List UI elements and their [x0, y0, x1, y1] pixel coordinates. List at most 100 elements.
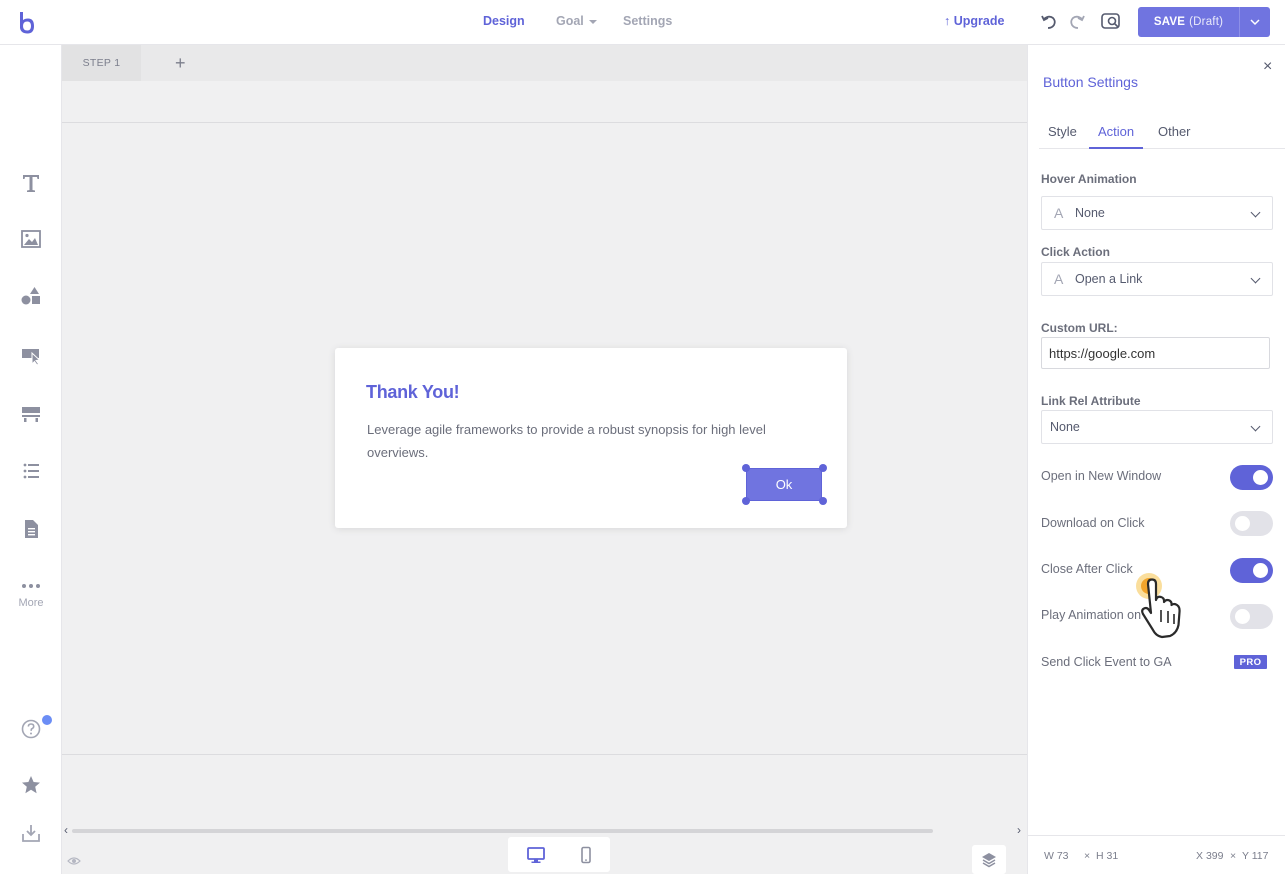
- send-ga-label: Send Click Event to GA: [1041, 655, 1172, 669]
- button-settings-panel: Button Settings × Style Action Other Hov…: [1027, 45, 1285, 874]
- save-button[interactable]: SAVE (Draft): [1138, 7, 1239, 37]
- element-toolbar: More: [0, 45, 62, 874]
- redo-icon[interactable]: [1066, 11, 1088, 33]
- layers-icon: [982, 853, 996, 868]
- open-new-window-label: Open in New Window: [1041, 469, 1162, 483]
- canvas-guide-bottom: [62, 754, 1027, 755]
- click-action-label: Click Action: [1041, 245, 1110, 259]
- scroll-right-arrow[interactable]: ›: [1017, 823, 1021, 837]
- image-tool-icon[interactable]: [20, 228, 42, 250]
- play-animation-toggle[interactable]: [1230, 604, 1273, 629]
- more-label[interactable]: More: [0, 597, 62, 609]
- close-icon[interactable]: ×: [1263, 58, 1272, 76]
- action-icon: A: [1054, 271, 1064, 287]
- arrow-up-icon: ↑: [944, 14, 951, 28]
- x-readout: X 399: [1196, 850, 1223, 862]
- custom-url-label: Custom URL:: [1041, 321, 1118, 335]
- horizontal-scrollbar[interactable]: [72, 829, 933, 833]
- custom-url-input[interactable]: [1041, 337, 1270, 369]
- chevron-down-icon: [1250, 207, 1261, 218]
- y-readout: Y 117: [1242, 850, 1269, 862]
- caret-down-icon: [589, 19, 598, 24]
- click-action-value: Open a Link: [1075, 272, 1143, 286]
- click-action-select[interactable]: A Open a Link: [1041, 262, 1273, 296]
- nav-design[interactable]: Design: [483, 14, 525, 28]
- link-rel-select[interactable]: None: [1041, 410, 1273, 444]
- hover-animation-label: Hover Animation: [1041, 172, 1137, 186]
- top-bar: Design Goal Settings ↑ Upgrade SAVE (Dra…: [0, 0, 1285, 45]
- tab-style[interactable]: Style: [1039, 116, 1086, 149]
- close-after-click-label: Close After Click: [1041, 562, 1133, 576]
- chevron-down-icon: [1250, 421, 1261, 432]
- step-tab[interactable]: STEP 1: [62, 45, 141, 81]
- position-separator: ×: [1230, 850, 1237, 862]
- toggle-knob: [1235, 609, 1250, 624]
- scroll-left-arrow[interactable]: ‹: [64, 823, 68, 837]
- button-tool-icon[interactable]: [20, 344, 42, 366]
- link-rel-value: None: [1050, 420, 1080, 434]
- eye-icon[interactable]: [67, 855, 81, 867]
- desktop-icon[interactable]: [527, 846, 545, 864]
- close-after-click-toggle[interactable]: [1230, 558, 1273, 583]
- tab-other[interactable]: Other: [1149, 116, 1200, 149]
- popup-title[interactable]: Thank You!: [366, 382, 460, 403]
- add-step-button[interactable]: +: [175, 53, 186, 74]
- device-toggle: [508, 837, 610, 872]
- download-icon[interactable]: [20, 822, 42, 844]
- tab-action[interactable]: Action: [1089, 116, 1144, 149]
- size-separator: ×: [1084, 850, 1091, 862]
- animation-icon: A: [1054, 205, 1064, 221]
- resize-handle-bottom-right[interactable]: [819, 497, 827, 505]
- canvas-guide-top: [62, 122, 1027, 123]
- popup-preview[interactable]: Thank You! Leverage agile frameworks to …: [335, 348, 847, 528]
- resize-handle-top-left[interactable]: [742, 464, 750, 472]
- popup-body-text[interactable]: Leverage agile frameworks to provide a r…: [367, 418, 807, 464]
- upgrade-link[interactable]: ↑ Upgrade: [944, 14, 1004, 28]
- dimension-readout: W 73 × H 31 X 399 × Y 117: [1028, 835, 1285, 874]
- notification-badge: [42, 715, 52, 725]
- preview-icon[interactable]: [1100, 11, 1122, 33]
- brand-logo[interactable]: [17, 11, 37, 35]
- toggle-knob: [1253, 470, 1268, 485]
- height-readout: H 31: [1096, 850, 1118, 862]
- more-icon[interactable]: [20, 575, 42, 597]
- text-tool-icon[interactable]: [20, 172, 42, 194]
- form-tool-icon[interactable]: [20, 403, 42, 425]
- upgrade-label: Upgrade: [953, 14, 1005, 28]
- document-tool-icon[interactable]: [20, 518, 42, 540]
- undo-icon[interactable]: [1038, 11, 1060, 33]
- help-icon[interactable]: [20, 718, 42, 740]
- resize-handle-top-right[interactable]: [819, 464, 827, 472]
- layers-button[interactable]: [972, 845, 1006, 874]
- download-on-click-label: Download on Click: [1041, 516, 1145, 530]
- hand-pointer-icon: [1136, 573, 1181, 639]
- panel-title: Button Settings: [1043, 74, 1138, 90]
- resize-handle-bottom-left[interactable]: [742, 497, 750, 505]
- open-new-window-toggle[interactable]: [1230, 465, 1273, 490]
- hover-animation-select[interactable]: A None: [1041, 196, 1273, 230]
- nav-settings[interactable]: Settings: [623, 14, 672, 28]
- hover-animation-value: None: [1075, 206, 1105, 220]
- height-value: 31: [1106, 850, 1119, 862]
- download-on-click-toggle[interactable]: [1230, 511, 1273, 536]
- toggle-knob: [1253, 563, 1268, 578]
- steps-bar: STEP 1 +: [62, 45, 1027, 81]
- x-label: X: [1196, 850, 1204, 862]
- width-value: 73: [1056, 850, 1069, 862]
- chevron-down-icon: [1250, 273, 1261, 284]
- popup-ok-button[interactable]: Ok: [746, 468, 822, 501]
- link-rel-label: Link Rel Attribute: [1041, 394, 1141, 408]
- list-tool-icon[interactable]: [20, 460, 42, 482]
- y-label: Y: [1242, 850, 1249, 862]
- save-options-dropdown[interactable]: [1239, 7, 1270, 37]
- mobile-icon[interactable]: [577, 846, 595, 864]
- chevron-down-icon: [1250, 19, 1260, 26]
- nav-goal-label: Goal: [556, 14, 584, 28]
- shapes-tool-icon[interactable]: [20, 285, 42, 307]
- pro-badge: PRO: [1234, 655, 1267, 669]
- nav-goal[interactable]: Goal: [556, 14, 598, 28]
- save-label: SAVE: [1153, 16, 1186, 28]
- star-icon[interactable]: [20, 774, 42, 796]
- save-state: (Draft): [1189, 16, 1224, 28]
- height-label: H: [1096, 850, 1104, 862]
